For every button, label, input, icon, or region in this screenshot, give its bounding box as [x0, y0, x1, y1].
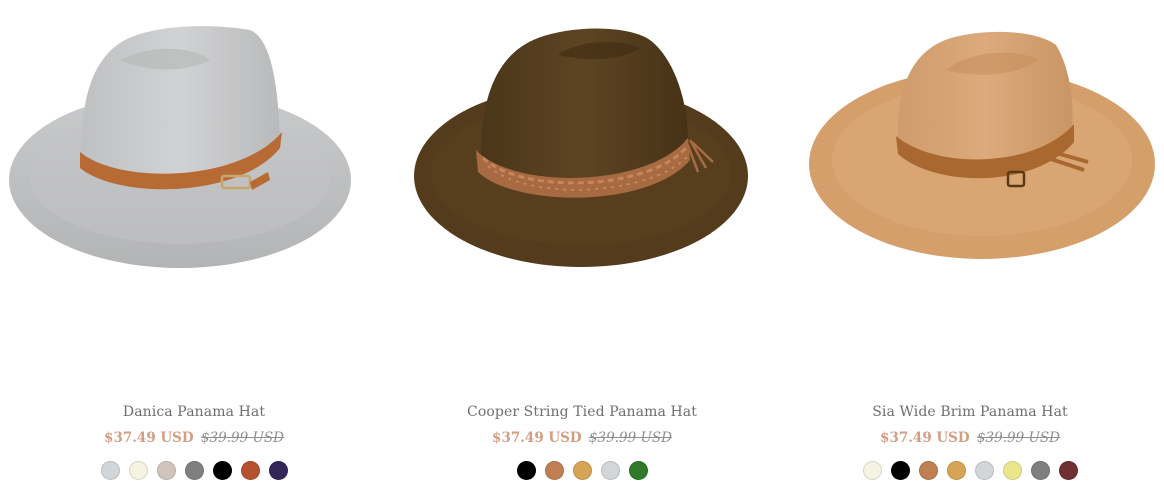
price-row: $37.49 USD $39.99 USD [776, 430, 1164, 446]
compare-price: $39.99 USD [976, 430, 1060, 446]
product-card[interactable]: Cooper String Tied Panama Hat $37.49 USD… [388, 0, 776, 493]
color-swatch[interactable] [628, 461, 648, 480]
product-image-cooper-hat[interactable] [388, 0, 776, 300]
color-swatch[interactable] [156, 461, 176, 480]
sale-price: $37.49 USD [104, 430, 194, 446]
color-swatch[interactable] [1030, 461, 1050, 480]
color-swatch[interactable] [544, 461, 564, 480]
product-grid: Danica Panama Hat $37.49 USD $39.99 USD [0, 0, 1164, 493]
color-swatches [388, 461, 776, 480]
color-swatch[interactable] [918, 461, 938, 480]
product-card[interactable]: Danica Panama Hat $37.49 USD $39.99 USD [0, 0, 388, 493]
color-swatch[interactable] [600, 461, 620, 480]
product-image-sia-hat[interactable] [776, 0, 1164, 300]
compare-price: $39.99 USD [588, 430, 672, 446]
color-swatches [0, 461, 388, 480]
product-card[interactable]: Sia Wide Brim Panama Hat $37.49 USD $39.… [776, 0, 1164, 493]
price-row: $37.49 USD $39.99 USD [0, 430, 388, 446]
color-swatch[interactable] [946, 461, 966, 480]
color-swatch[interactable] [240, 461, 260, 480]
product-title[interactable]: Danica Panama Hat [0, 404, 388, 420]
color-swatch[interactable] [212, 461, 232, 480]
color-swatch[interactable] [268, 461, 288, 480]
color-swatches [776, 461, 1164, 480]
color-swatch[interactable] [890, 461, 910, 480]
sale-price: $37.49 USD [880, 430, 970, 446]
color-swatch[interactable] [1058, 461, 1078, 480]
color-swatch[interactable] [516, 461, 536, 480]
compare-price: $39.99 USD [200, 430, 284, 446]
color-swatch[interactable] [572, 461, 592, 480]
price-row: $37.49 USD $39.99 USD [388, 430, 776, 446]
product-title[interactable]: Sia Wide Brim Panama Hat [776, 404, 1164, 420]
color-swatch[interactable] [128, 461, 148, 480]
color-swatch[interactable] [974, 461, 994, 480]
product-title[interactable]: Cooper String Tied Panama Hat [388, 404, 776, 420]
color-swatch[interactable] [1002, 461, 1022, 480]
color-swatch[interactable] [184, 461, 204, 480]
sale-price: $37.49 USD [492, 430, 582, 446]
product-image-danica-hat[interactable] [0, 0, 388, 300]
color-swatch[interactable] [100, 461, 120, 480]
color-swatch[interactable] [862, 461, 882, 480]
